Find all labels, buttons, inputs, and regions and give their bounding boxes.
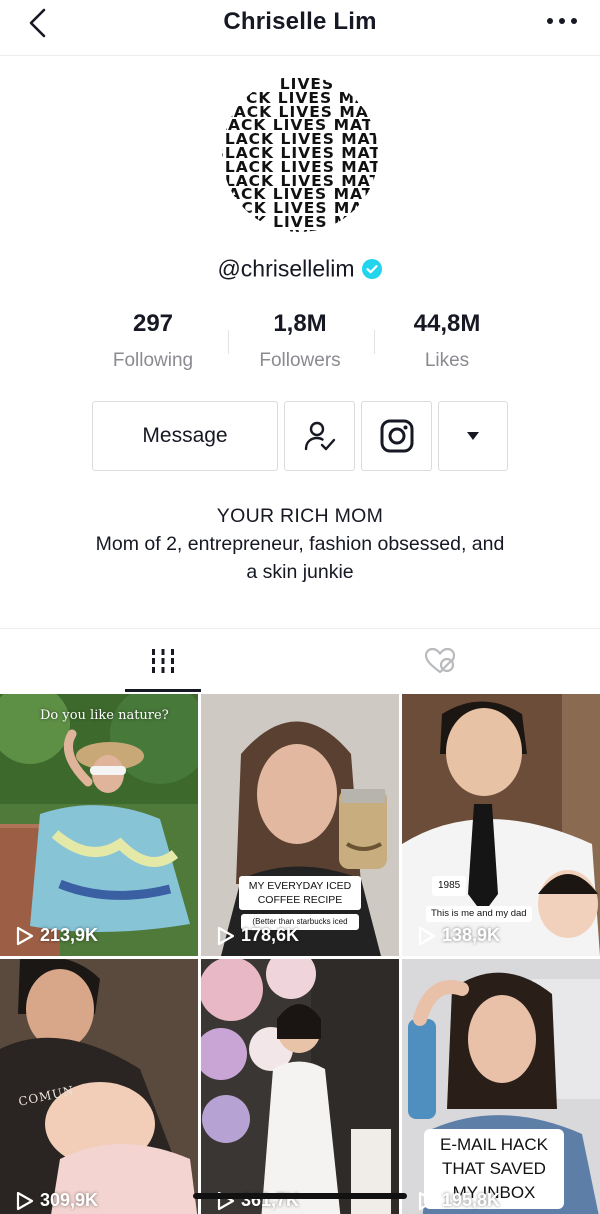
video-thumbnail[interactable]: E-MAIL HACK THAT SAVED MY INBOX 195,8K: [402, 959, 600, 1214]
bio-line: Mom of 2, entrepreneur, fashion obsessed…: [95, 533, 505, 555]
following-button[interactable]: [284, 401, 355, 471]
view-count: 213,9K: [16, 925, 98, 946]
followers-count: 1,8M: [273, 310, 327, 337]
play-icon: [418, 926, 436, 945]
video-thumbnail[interactable]: 1985 This is me and my dad 138,9K: [402, 694, 600, 956]
message-button[interactable]: Message: [92, 401, 278, 471]
view-count: 138,9K: [418, 925, 500, 946]
more-horizontal-icon: [547, 18, 577, 24]
avatar-text-line: CK LIVES MA: [222, 228, 378, 232]
play-icon: [217, 926, 235, 945]
view-count-value: 138,9K: [442, 925, 501, 945]
video-image: [0, 694, 198, 956]
video-subcaption: This is me and my dad: [426, 906, 532, 922]
video-caption: 1985: [432, 876, 467, 896]
followers-label: Followers: [259, 350, 341, 371]
tab-liked[interactable]: [290, 629, 590, 693]
following-count: 297: [132, 310, 174, 337]
following-label: Following: [112, 350, 194, 371]
stat-followers[interactable]: 1,8M Followers: [220, 310, 380, 372]
view-count: 309,9K: [16, 1190, 98, 1211]
bio-title: YOUR RICH MOM: [216, 505, 384, 527]
active-tab-indicator: [125, 689, 201, 692]
video-thumbnail[interactable]: 361,7K: [201, 959, 399, 1214]
stat-following[interactable]: 297 Following: [73, 310, 233, 372]
profile-tabs: [0, 628, 600, 694]
stat-likes[interactable]: 44,8M Likes: [367, 310, 527, 372]
video-image: [201, 959, 399, 1214]
top-bar: Chriselle Lim: [0, 0, 600, 56]
caret-down-icon: [467, 432, 479, 440]
avatar-blm-text: LIVES CK LIVES MA LACK LIVES MATT LACK LIVE…: [222, 76, 378, 232]
view-count: 178,6K: [217, 925, 299, 946]
video-caption: MY EVERYDAY ICED COFFEE RECIPE: [239, 876, 361, 910]
home-indicator: [193, 1193, 407, 1199]
video-thumbnail[interactable]: Do you like nature? 213,9K: [0, 694, 198, 956]
more-options-button[interactable]: [542, 8, 582, 38]
handle-row: @chrisellelim: [0, 254, 600, 282]
view-count-value: 195,8K: [442, 1190, 501, 1210]
video-thumbnail[interactable]: COMUN 309,9K: [0, 959, 198, 1214]
video-grid: Do you like nature? 213,9K MY EVERYDAY I…: [0, 694, 600, 1214]
video-thumbnail[interactable]: MY EVERYDAY ICED COFFEE RECIPE (Better t…: [201, 694, 399, 956]
page-title: Chriselle Lim: [223, 8, 377, 35]
user-check-icon: [304, 421, 335, 451]
username: @chrisellelim: [217, 255, 355, 282]
view-count: 195,8K: [418, 1190, 500, 1211]
view-count-value: 178,6K: [241, 925, 300, 945]
instagram-icon: [380, 419, 413, 453]
likes-count: 44,8M: [413, 310, 481, 337]
view-count-value: 309,9K: [40, 1190, 99, 1210]
video-caption: Do you like nature?: [40, 708, 169, 723]
profile-avatar[interactable]: LIVES CK LIVES MA LACK LIVES MATT LACK LIVE…: [222, 76, 378, 232]
more-actions-dropdown[interactable]: [438, 401, 508, 471]
video-image: [0, 959, 198, 1214]
view-count-value: 213,9K: [40, 925, 99, 945]
grid-icon: [152, 649, 174, 673]
instagram-button[interactable]: [361, 401, 432, 471]
likes-label: Likes: [424, 350, 470, 371]
tab-videos[interactable]: [13, 629, 313, 693]
play-icon: [16, 1191, 34, 1210]
liked-private-icon: [424, 647, 456, 674]
play-icon: [16, 926, 34, 945]
verified-badge-icon: [361, 258, 382, 279]
play-icon: [418, 1191, 436, 1210]
bio-line: a skin junkie: [246, 561, 354, 583]
